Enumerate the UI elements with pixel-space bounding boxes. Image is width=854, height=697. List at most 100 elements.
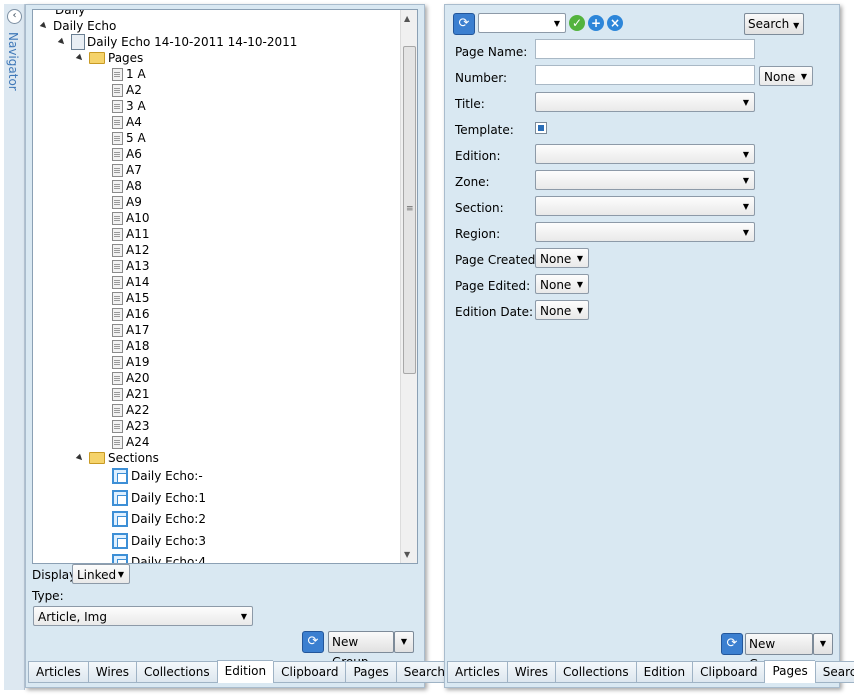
tree-item-section[interactable]: Daily Echo:3 <box>112 532 206 549</box>
edition-date-label: Edition Date: <box>455 305 534 319</box>
tree-item-page[interactable]: A20 <box>112 370 149 386</box>
edition-dropdown[interactable]: ▼ <box>535 144 755 164</box>
display-value: Linked <box>77 568 117 582</box>
right-tab-collections[interactable]: Collections <box>555 661 636 683</box>
left-tab-wires[interactable]: Wires <box>87 661 136 683</box>
new-group-dropdown-button[interactable]: ▼ <box>813 633 833 655</box>
tree-item-page[interactable]: A11 <box>112 226 149 242</box>
tree-item-page[interactable]: A2 <box>112 82 142 98</box>
type-dropdown[interactable]: Article, Img ▼ <box>33 606 253 626</box>
template-label: Template: <box>455 123 514 137</box>
display-dropdown[interactable]: Linked ▼ <box>72 564 130 584</box>
region-dropdown[interactable]: ▼ <box>535 222 755 242</box>
expand-arrow-icon[interactable] <box>75 453 85 463</box>
tree-item-section[interactable]: Daily Echo:1 <box>112 489 206 506</box>
type-value: Article, Img <box>38 610 107 624</box>
number-mode-dropdown[interactable]: None ▼ <box>759 66 813 86</box>
tree-item-page[interactable]: A12 <box>112 242 149 258</box>
navigator-label[interactable]: Navigator <box>6 32 20 91</box>
zone-label: Zone: <box>455 175 490 189</box>
refresh-icon[interactable]: ⟳ <box>302 631 324 653</box>
saved-search-dropdown[interactable]: ▼ <box>478 13 566 33</box>
tree-item-label: A13 <box>126 259 150 273</box>
zone-dropdown[interactable]: ▼ <box>535 170 755 190</box>
number-field[interactable] <box>535 65 755 85</box>
right-panel: ⟳ ▼ ✓ + × Search ▼ Page Name: Number: No… <box>444 4 854 688</box>
new-group-dropdown-button[interactable]: ▼ <box>394 631 414 653</box>
tree-item-page[interactable]: A18 <box>112 338 149 354</box>
right-tab-searches[interactable]: Searches <box>814 661 854 683</box>
chevron-left-icon[interactable]: ‹ <box>7 9 22 24</box>
tree-item-page[interactable]: A14 <box>112 274 149 290</box>
new-group-button[interactable]: New Group <box>745 633 813 671</box>
tree-item-label: Sections <box>108 451 159 465</box>
right-tab-articles[interactable]: Articles <box>447 661 507 683</box>
left-tab-collections[interactable]: Collections <box>136 661 217 683</box>
tree-item-page[interactable]: A19 <box>112 354 149 370</box>
refresh-icon[interactable]: ⟳ <box>453 13 475 35</box>
title-dropdown[interactable]: ▼ <box>535 92 755 112</box>
right-tab-wires[interactable]: Wires <box>506 661 555 683</box>
tree-item-sections-folder[interactable]: Sections <box>75 450 159 466</box>
tree-item-edition[interactable]: Daily Echo 14-10-2011 14-10-2011 <box>57 34 297 50</box>
tree-item-page[interactable]: 5 A <box>112 130 146 146</box>
tree-item-page[interactable]: A8 <box>112 178 142 194</box>
template-checkbox[interactable] <box>535 122 547 134</box>
search-button[interactable]: Search ▼ <box>744 13 804 35</box>
right-tab-pages[interactable]: Pages <box>764 660 815 683</box>
tree-item-page[interactable]: A16 <box>112 306 149 322</box>
new-group-button[interactable]: New Group <box>328 631 394 669</box>
tree-item-label: A2 <box>126 83 142 97</box>
section-dropdown[interactable]: ▼ <box>535 196 755 216</box>
tree-item-page[interactable]: 3 A <box>112 98 146 114</box>
tree-item-page[interactable]: 1 A <box>112 66 146 82</box>
tree-item-page[interactable]: A13 <box>112 258 149 274</box>
tree-item-page[interactable]: A22 <box>112 402 149 418</box>
refresh-icon[interactable]: ⟳ <box>721 633 743 655</box>
page-created-dropdown[interactable]: None ▼ <box>535 248 589 268</box>
left-tab-articles[interactable]: Articles <box>28 661 88 683</box>
page-name-field[interactable] <box>535 39 755 59</box>
expand-arrow-icon[interactable] <box>57 37 67 47</box>
expand-arrow-icon[interactable] <box>75 53 85 63</box>
page-icon <box>112 371 123 385</box>
tree-item-section[interactable]: Daily Echo:2 <box>112 511 206 527</box>
tree-item-page[interactable]: A21 <box>112 386 149 402</box>
tree-item-page[interactable]: A6 <box>112 146 142 162</box>
left-tab-clipboard[interactable]: Clipboard <box>273 661 346 683</box>
tree-item-page[interactable]: A10 <box>112 210 149 226</box>
tree-item-section[interactable]: Daily Echo:- <box>112 468 203 484</box>
right-tab-edition[interactable]: Edition <box>635 661 693 683</box>
expand-arrow-icon[interactable] <box>39 21 49 31</box>
left-tab-edition[interactable]: Edition <box>216 660 274 683</box>
search-button-label: Search <box>748 17 790 31</box>
tree-item-section[interactable]: Daily Echo:4 <box>112 554 206 563</box>
scroll-up-icon[interactable]: ▲ <box>404 14 410 23</box>
tree-item-pages-folder[interactable]: Pages <box>75 50 143 66</box>
tree-item-page[interactable]: A9 <box>112 194 142 210</box>
page-created-label: Page Created: <box>455 253 540 267</box>
tree-item-label: A17 <box>126 323 150 337</box>
check-icon[interactable]: ✓ <box>569 15 585 31</box>
tree-item-label: 3 A <box>126 99 146 113</box>
tree-item-page[interactable]: A4 <box>112 114 142 130</box>
edition-date-dropdown[interactable]: None ▼ <box>535 300 589 320</box>
chevron-down-icon: ▼ <box>742 202 749 211</box>
tree-item-daily[interactable]: Daily <box>55 10 85 18</box>
scroll-down-icon[interactable]: ▼ <box>404 550 410 559</box>
right-tab-clipboard[interactable]: Clipboard <box>692 661 765 683</box>
edition-tree: Daily Daily Echo Daily Echo 14-10-2011 14-… <box>32 9 418 564</box>
tree-item-page[interactable]: A15 <box>112 290 149 306</box>
tree-item-daily-echo[interactable]: Daily Echo <box>39 18 116 34</box>
tree-item-page[interactable]: A23 <box>112 418 149 434</box>
close-icon[interactable]: × <box>607 15 623 31</box>
tree-item-page[interactable]: A7 <box>112 162 142 178</box>
tree-item-page[interactable]: A24 <box>112 434 149 450</box>
add-icon[interactable]: + <box>588 15 604 31</box>
tree-scrollbar[interactable]: ▲ ≡ ▼ <box>400 10 417 563</box>
scroll-thumb[interactable]: ≡ <box>403 46 416 374</box>
left-tab-pages[interactable]: Pages <box>345 661 396 683</box>
tree-item-page[interactable]: A17 <box>112 322 149 338</box>
page-edited-dropdown[interactable]: None ▼ <box>535 274 589 294</box>
grip-icon: ≡ <box>406 204 414 214</box>
